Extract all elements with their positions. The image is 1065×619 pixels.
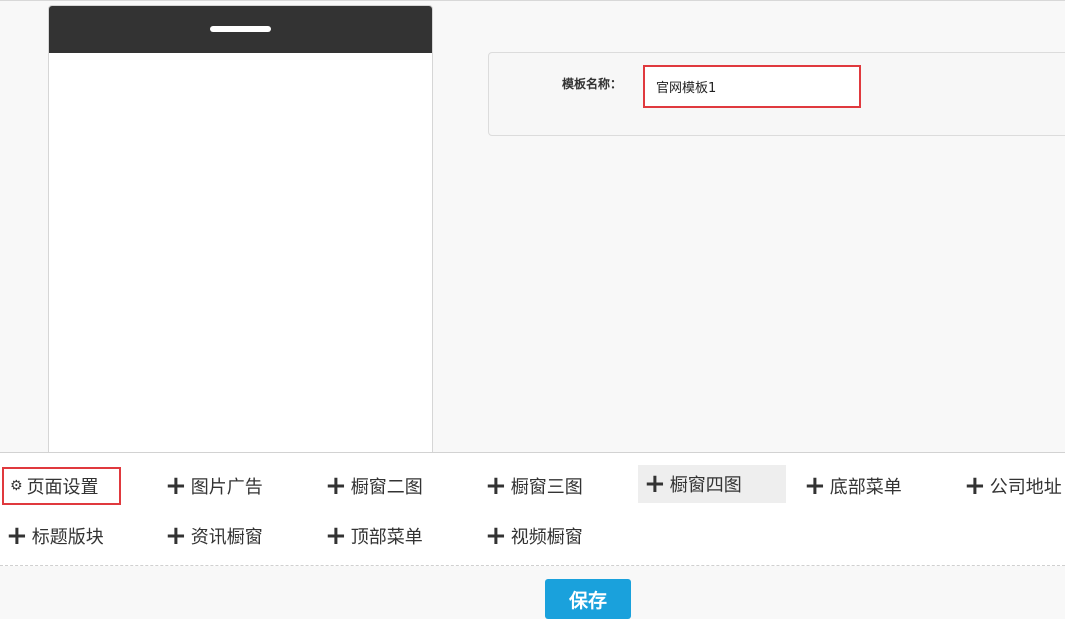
- gear-icon: ⚙: [10, 478, 23, 494]
- template-name-label: 模板名称：: [562, 77, 623, 91]
- tool-label: 图片广告: [190, 477, 263, 498]
- add-video-window-button[interactable]: + 视频橱窗: [485, 517, 583, 555]
- add-news-window-button[interactable]: + 资讯橱窗: [165, 517, 263, 555]
- plus-icon: +: [964, 471, 986, 501]
- add-window-2-button[interactable]: + 橱窗二图: [325, 467, 423, 505]
- tool-label: 橱窗二图: [350, 477, 423, 498]
- plus-icon: +: [804, 471, 826, 501]
- tool-label: 资讯橱窗: [190, 527, 263, 548]
- plus-icon: +: [165, 521, 187, 551]
- add-window-4-button[interactable]: + 橱窗四图: [638, 465, 786, 503]
- tool-label: 公司地址: [989, 477, 1062, 498]
- component-toolbar: ⚙ 页面设置 + 图片广告 + 橱窗二图 + 橱窗三图 + 橱窗四图 + 底部菜…: [0, 452, 1065, 566]
- tool-label: 视频橱窗: [510, 527, 583, 548]
- plus-icon: +: [485, 521, 507, 551]
- plus-icon: +: [325, 471, 347, 501]
- page-settings-label: 页面设置: [26, 477, 99, 498]
- template-settings-panel: 模板名称：: [488, 52, 1065, 136]
- tool-label: 橱窗三图: [510, 477, 583, 498]
- add-top-menu-button[interactable]: + 顶部菜单: [325, 517, 423, 555]
- phone-preview[interactable]: [48, 5, 433, 457]
- page-settings-button[interactable]: ⚙ 页面设置: [2, 467, 121, 505]
- phone-header: [49, 6, 432, 53]
- phone-speaker-bar: [210, 26, 271, 32]
- tool-label: 橱窗四图: [669, 475, 742, 496]
- save-button[interactable]: 保存: [545, 579, 631, 619]
- tool-label: 底部菜单: [829, 477, 902, 498]
- template-name-input[interactable]: [643, 65, 861, 108]
- tool-label: 标题版块: [31, 527, 104, 548]
- top-divider: [0, 0, 1065, 1]
- plus-icon: +: [485, 471, 507, 501]
- tool-label: 顶部菜单: [350, 527, 423, 548]
- plus-icon: +: [6, 521, 28, 551]
- add-image-ad-button[interactable]: + 图片广告: [165, 467, 263, 505]
- plus-icon: +: [325, 521, 347, 551]
- add-company-address-button[interactable]: + 公司地址: [964, 467, 1062, 505]
- add-window-3-button[interactable]: + 橱窗三图: [485, 467, 583, 505]
- plus-icon: +: [165, 471, 187, 501]
- plus-icon: +: [644, 469, 666, 499]
- add-bottom-menu-button[interactable]: + 底部菜单: [804, 467, 902, 505]
- add-title-block-button[interactable]: + 标题版块: [6, 517, 104, 555]
